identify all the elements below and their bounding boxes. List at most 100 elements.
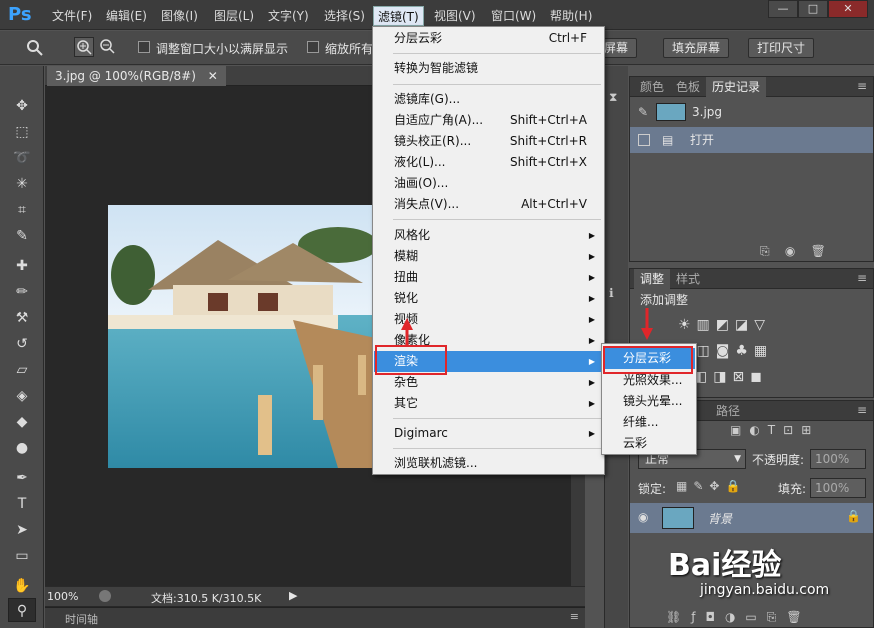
menu-layer[interactable]: 图层(L) bbox=[210, 6, 258, 26]
snapshot-icon[interactable]: ◉ bbox=[785, 244, 795, 258]
layers-footer-icons[interactable]: ⛓ƒ◘◑▭⎘🗑 bbox=[666, 610, 812, 625]
submenu-arrow-icon: ▶ bbox=[588, 399, 595, 408]
filter-blur[interactable]: 模糊 ▶ bbox=[374, 246, 603, 267]
tab-styles[interactable]: 样式 bbox=[670, 269, 706, 289]
filter-oil-paint[interactable]: 油画(O)... bbox=[374, 173, 603, 194]
healing-brush-icon[interactable]: ✚ bbox=[8, 254, 36, 278]
delete-icon[interactable]: 🗑 bbox=[811, 244, 826, 258]
info-panel-icon[interactable]: ℹ bbox=[609, 286, 614, 300]
filter-sharpen[interactable]: 锐化 ▶ bbox=[374, 288, 603, 309]
render-clouds[interactable]: 云彩 bbox=[603, 433, 695, 454]
status-info-icon[interactable] bbox=[99, 590, 111, 602]
zoom-all-checkbox[interactable] bbox=[307, 41, 319, 53]
panel-menu-icon[interactable]: ≡ bbox=[857, 271, 867, 285]
zoom-level[interactable]: 100% bbox=[47, 590, 78, 603]
menu-select[interactable]: 选择(S) bbox=[320, 6, 369, 26]
zoom-tool-icon[interactable]: ⚲ bbox=[8, 598, 36, 622]
tab-adjustments[interactable]: 调整 bbox=[634, 269, 671, 289]
dodge-tool-icon[interactable]: ● bbox=[8, 436, 36, 460]
print-size-button[interactable]: 打印尺寸 bbox=[748, 38, 815, 58]
stamp-tool-icon[interactable]: ⚒ bbox=[8, 306, 36, 330]
layer-filter-icons[interactable]: ▣◐T⊡⊞ bbox=[730, 423, 819, 437]
filter-lens-correction[interactable]: 镜头校正(R)... Shift+Ctrl+R bbox=[374, 131, 603, 152]
visibility-eye-icon[interactable]: ◉ bbox=[638, 510, 648, 524]
document-tab[interactable]: 3.jpg @ 100%(RGB/8#) ✕ bbox=[47, 66, 226, 86]
timeline-label[interactable]: 时间轴 bbox=[65, 611, 98, 627]
lasso-tool-icon[interactable]: ➰ bbox=[8, 146, 36, 170]
filter-stylize[interactable]: 风格化 ▶ bbox=[374, 225, 603, 246]
filter-browse-online[interactable]: 浏览联机滤镜... bbox=[374, 453, 603, 474]
fit-window-checkbox[interactable] bbox=[138, 41, 150, 53]
brush-source-icon[interactable]: ✎ bbox=[638, 99, 648, 125]
render-fibers[interactable]: 纤维... bbox=[603, 412, 695, 433]
move-tool-icon[interactable]: ✥ bbox=[8, 94, 36, 118]
rectangle-tool-icon[interactable]: ▭ bbox=[8, 544, 36, 568]
tab-paths[interactable]: 路径 bbox=[710, 401, 746, 421]
filter-liquify[interactable]: 液化(L)... Shift+Ctrl+X bbox=[374, 152, 603, 173]
type-tool-icon[interactable]: T bbox=[8, 492, 36, 516]
opacity-field[interactable]: 100% bbox=[810, 449, 866, 469]
panel-menu-icon[interactable]: ≡ bbox=[857, 403, 867, 417]
history-snapshot[interactable]: ✎ 3.jpg bbox=[630, 99, 873, 125]
panel-menu-icon[interactable]: ≡ bbox=[857, 79, 867, 93]
render-lens-flare[interactable]: 镜头光晕... bbox=[603, 391, 695, 412]
adjustment-icons-row1[interactable]: ☀▥◩◪▽ bbox=[678, 317, 771, 333]
zoom-out-icon[interactable] bbox=[98, 37, 118, 57]
tab-history[interactable]: 历史记录 bbox=[706, 77, 767, 97]
timeline-menu-icon[interactable]: ≡ bbox=[570, 610, 579, 623]
history-brush-icon[interactable]: ↺ bbox=[8, 332, 36, 356]
filter-convert-smart[interactable]: 转换为智能滤镜 bbox=[374, 58, 603, 79]
menu-help[interactable]: 帮助(H) bbox=[546, 6, 596, 26]
eyedropper-icon[interactable]: ✎ bbox=[8, 224, 36, 248]
tab-close-icon[interactable]: ✕ bbox=[208, 69, 218, 83]
lock-icons[interactable]: ▦✎✥🔒 bbox=[676, 479, 746, 493]
eraser-tool-icon[interactable]: ▱ bbox=[8, 358, 36, 382]
history-panel: 颜色 色板 历史记录 ≡ ✎ 3.jpg ▤ 打开 ⎘ ◉ 🗑 bbox=[629, 76, 874, 262]
baidu-watermark: Bai经验 bbox=[668, 548, 782, 583]
filter-digimarc[interactable]: Digimarc ▶ bbox=[374, 423, 603, 444]
minimize-button[interactable]: — bbox=[768, 0, 798, 18]
history-state[interactable]: ▤ 打开 bbox=[630, 127, 873, 153]
layer-row[interactable]: ◉ 背景 🔒 bbox=[630, 503, 873, 533]
filter-gallery[interactable]: 滤镜库(G)... bbox=[374, 89, 603, 110]
paint-bucket-icon[interactable]: ◈ bbox=[8, 384, 36, 408]
hand-tool-icon[interactable]: ✋ bbox=[8, 574, 36, 598]
new-document-icon[interactable]: ⎘ bbox=[760, 244, 770, 258]
fill-screen-button[interactable]: 填充屏幕 bbox=[663, 38, 730, 58]
red-arrow-icon bbox=[401, 318, 413, 346]
menu-file[interactable]: 文件(F) bbox=[48, 6, 96, 26]
pen-tool-icon[interactable]: ✒ bbox=[8, 466, 36, 490]
filter-distort[interactable]: 扭曲 ▶ bbox=[374, 267, 603, 288]
submenu-arrow-icon: ▶ bbox=[588, 357, 595, 366]
marquee-tool-icon[interactable]: ⬚ bbox=[8, 120, 36, 144]
fit-window-label: 调整窗口大小以满屏显示 bbox=[156, 42, 289, 56]
blur-tool-icon[interactable]: ◆ bbox=[8, 410, 36, 434]
tab-color[interactable]: 颜色 bbox=[634, 77, 670, 97]
fill-field[interactable]: 100% bbox=[810, 478, 866, 498]
path-select-icon[interactable]: ➤ bbox=[8, 518, 36, 542]
crop-tool-icon[interactable]: ⌗ bbox=[8, 198, 36, 222]
close-button[interactable]: ✕ bbox=[828, 0, 868, 18]
filter-adaptive-wide-angle[interactable]: 自适应广角(A)... Shift+Ctrl+A bbox=[374, 110, 603, 131]
zoom-tool-icon[interactable] bbox=[26, 39, 44, 57]
snapshot-name: 3.jpg bbox=[692, 105, 723, 119]
menu-image[interactable]: 图像(I) bbox=[157, 6, 202, 26]
history-panel-icon[interactable]: ⧗ bbox=[609, 90, 617, 105]
history-state-checkbox[interactable] bbox=[638, 134, 650, 146]
filter-other[interactable]: 其它 ▶ bbox=[374, 393, 603, 414]
adjustment-icons-row3[interactable]: ◧◨⊠◼ bbox=[694, 369, 768, 385]
menu-type[interactable]: 文字(Y) bbox=[264, 6, 313, 26]
menu-window[interactable]: 窗口(W) bbox=[487, 6, 540, 26]
menu-view[interactable]: 视图(V) bbox=[430, 6, 480, 26]
status-menu-arrow-icon[interactable]: ▶ bbox=[289, 589, 297, 602]
zoom-in-icon[interactable] bbox=[74, 37, 94, 57]
magic-wand-icon[interactable]: ✳ bbox=[8, 172, 36, 196]
brush-tool-icon[interactable]: ✏ bbox=[8, 280, 36, 304]
menu-filter[interactable]: 滤镜(T) bbox=[373, 6, 424, 26]
tab-swatches[interactable]: 色板 bbox=[670, 77, 706, 97]
filter-vanishing-point[interactable]: 消失点(V)... Alt+Ctrl+V bbox=[374, 194, 603, 215]
filter-noise[interactable]: 杂色 ▶ bbox=[374, 372, 603, 393]
restore-button[interactable]: □ bbox=[798, 0, 828, 18]
menu-edit[interactable]: 编辑(E) bbox=[102, 6, 151, 26]
filter-last-clouds[interactable]: 分层云彩 Ctrl+F bbox=[374, 28, 603, 49]
